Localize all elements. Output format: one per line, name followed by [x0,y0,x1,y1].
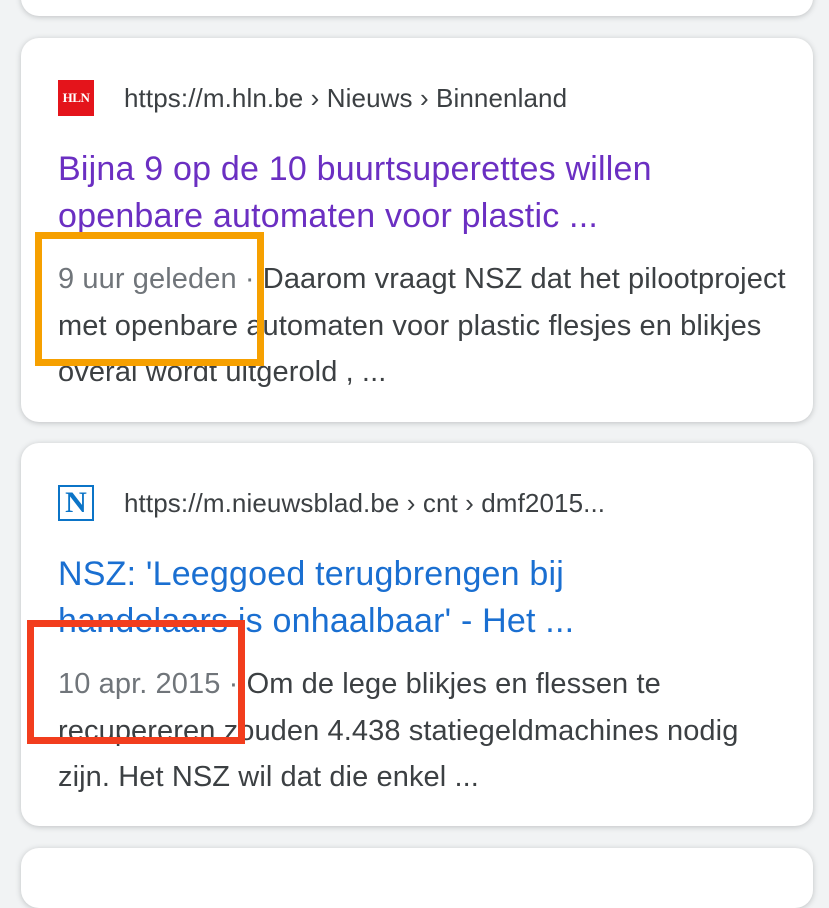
previous-result-card [21,0,813,16]
result-title-link[interactable]: Bijna 9 op de 10 buurtsuperettes willen o… [58,146,788,240]
result-title-line-1[interactable]: NSZ: 'Leeggoed terugbrengen bij [58,555,564,593]
next-result-card [21,848,813,908]
result-url[interactable]: https://m.hln.be › Nieuws › Binnenland [124,83,567,114]
result-source[interactable]: N https://m.nieuwsblad.be › cnt › dmf201… [58,485,778,521]
hln-favicon-icon: HLN [58,80,94,116]
result-source[interactable]: HLN https://m.hln.be › Nieuws › Binnenla… [58,80,778,116]
date-highlight-box [27,620,245,744]
result-url[interactable]: https://m.nieuwsblad.be › cnt › dmf2015.… [124,488,605,519]
result-title-line-2[interactable]: openbare automaten voor plastic ... [58,197,598,235]
nieuwsblad-favicon-icon: N [58,485,94,521]
result-title-line-1[interactable]: Bijna 9 op de 10 buurtsuperettes willen [58,150,652,188]
date-highlight-box [35,232,264,366]
